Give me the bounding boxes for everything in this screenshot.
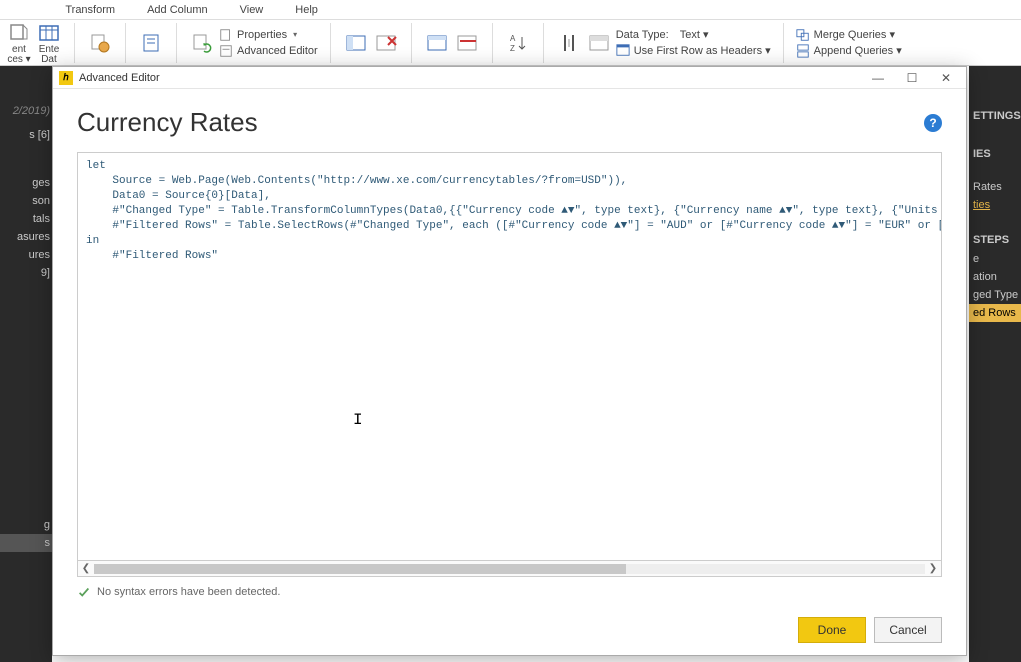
panel-text-selected[interactable]: s (0, 534, 52, 552)
help-icon[interactable]: ? (924, 114, 942, 132)
query-item[interactable]: tals (0, 210, 52, 228)
remove-columns-button[interactable] (373, 31, 399, 55)
all-properties-link[interactable]: ties (969, 196, 1021, 214)
refresh-preview-button[interactable] (189, 31, 215, 55)
data-source-settings-button[interactable] (87, 31, 113, 55)
dialog-heading: Currency Rates ? (77, 107, 942, 138)
panel-text: g (0, 516, 52, 534)
query-item[interactable]: ges (0, 174, 52, 192)
merge-queries-button[interactable]: Merge Queries ▾ (796, 28, 902, 42)
query-settings-panel: ETTINGS IES Rates ties STEPS e ation ged… (969, 66, 1021, 662)
menubar: Home Transform Add Column View Help (0, 0, 1021, 20)
menu-transform[interactable]: Transform (61, 2, 119, 18)
power-bi-icon: ℎ (59, 71, 73, 85)
query-item[interactable]: ures (0, 246, 52, 264)
scroll-track[interactable] (94, 564, 925, 574)
horizontal-scrollbar[interactable]: ❮ ❯ (77, 561, 942, 577)
menu-view[interactable]: View (236, 2, 268, 18)
choose-columns-button[interactable] (343, 31, 369, 55)
syntax-status: No syntax errors have been detected. (77, 585, 942, 599)
query-item[interactable]: son (0, 192, 52, 210)
dialog-title: Advanced Editor (79, 72, 160, 84)
advanced-editor-dialog: ℎ Advanced Editor — ☐ ✕ Currency Rates ?… (52, 66, 967, 656)
settings-header: ETTINGS (969, 102, 1021, 126)
advanced-editor-button[interactable]: Advanced Editor (219, 44, 318, 58)
scroll-thumb[interactable] (94, 564, 626, 574)
step-item[interactable]: ged Type (969, 286, 1021, 304)
done-button[interactable]: Done (798, 617, 866, 643)
scroll-left-arrow[interactable]: ❮ (78, 563, 94, 574)
remove-rows-button[interactable] (454, 31, 480, 55)
step-item-selected[interactable]: ed Rows (969, 304, 1021, 322)
split-column-button[interactable] (556, 31, 582, 55)
maximize-button[interactable]: ☐ (898, 69, 926, 87)
query-item[interactable]: asures (0, 228, 52, 246)
close-button[interactable]: ✕ (932, 69, 960, 87)
properties-header: IES (969, 140, 1021, 164)
group-by-button[interactable] (586, 31, 612, 55)
manage-parameters-button[interactable] (138, 31, 164, 55)
date-text: 2/2019) (0, 102, 52, 120)
dialog-titlebar: ℎ Advanced Editor — ☐ ✕ (53, 67, 966, 89)
cancel-button[interactable]: Cancel (874, 617, 942, 643)
svg-text:Z: Z (510, 44, 515, 53)
append-queries-button[interactable]: Append Queries ▾ (796, 44, 902, 58)
data-type-dropdown[interactable]: Data Type: Text ▾ (616, 28, 771, 41)
check-icon (77, 585, 91, 599)
use-first-row-headers-button[interactable]: Use First Row as Headers ▾ (616, 43, 771, 57)
applied-steps-header: STEPS (969, 226, 1021, 250)
recent-sources-button[interactable]: ent ces ▾ (6, 21, 32, 65)
scroll-right-arrow[interactable]: ❯ (925, 563, 941, 574)
query-item[interactable]: 9] (0, 264, 52, 282)
enter-data-button[interactable]: Ente Dat (36, 21, 62, 65)
queries-count: s [6] (0, 126, 52, 144)
sort-button[interactable]: AZ (505, 31, 531, 55)
svg-text:A: A (510, 34, 516, 43)
query-name: Rates (969, 178, 1021, 196)
menu-add-column[interactable]: Add Column (143, 2, 212, 18)
step-item[interactable]: ation (969, 268, 1021, 286)
properties-button[interactable]: Properties▾ (219, 28, 318, 42)
ribbon: ent ces ▾ Ente Dat Properties▾ Advanced … (0, 20, 1021, 66)
step-item[interactable]: e (969, 250, 1021, 268)
minimize-button[interactable]: — (864, 69, 892, 87)
keep-rows-button[interactable] (424, 31, 450, 55)
queries-panel: 2/2019) s [6] ges son tals asures ures 9… (0, 66, 52, 662)
menu-help[interactable]: Help (291, 2, 322, 18)
code-editor[interactable]: let Source = Web.Page(Web.Contents("http… (77, 152, 942, 561)
